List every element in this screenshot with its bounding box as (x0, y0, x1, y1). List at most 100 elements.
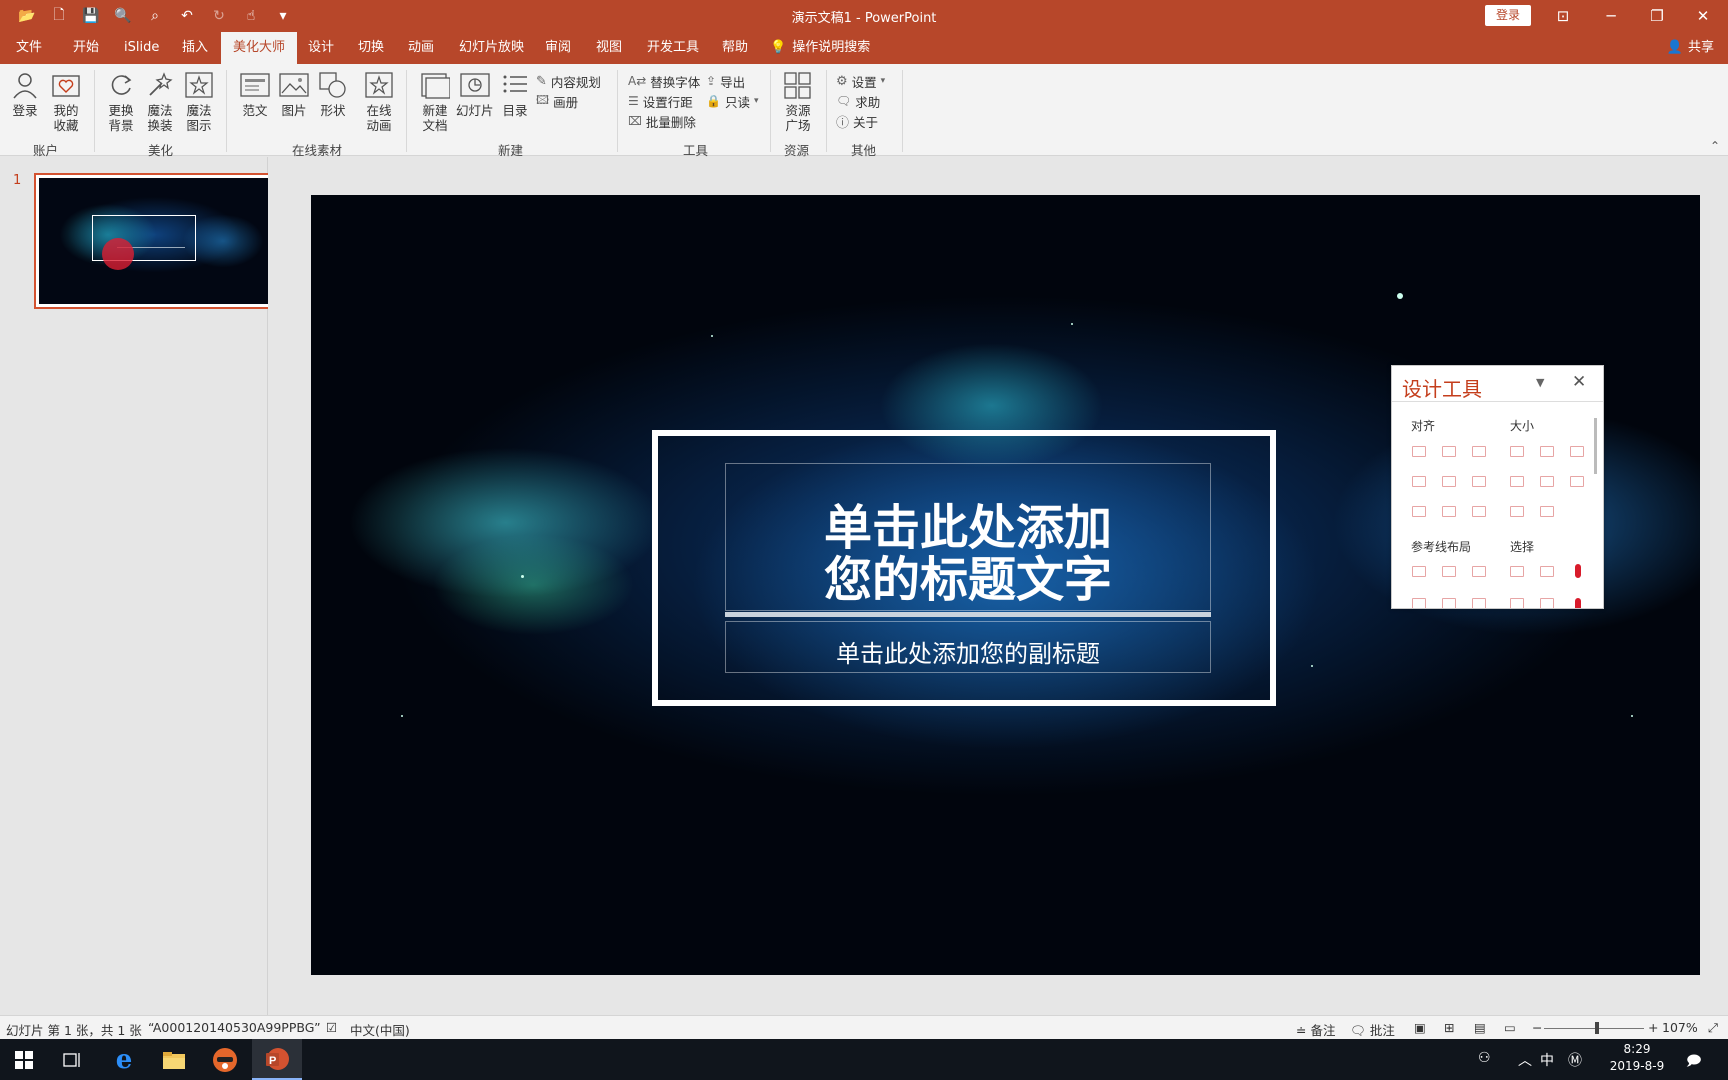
guide-row2-icon[interactable] (1412, 598, 1426, 608)
align-middle-icon[interactable] (1442, 476, 1456, 487)
help-request-button[interactable]: 🗨 求助 (836, 91, 880, 111)
ime-mode-icon[interactable]: Ⓜ (1568, 1050, 1582, 1070)
maximize-icon[interactable]: ❐ (1634, 0, 1680, 32)
guide-center-icon[interactable] (1442, 566, 1456, 577)
tab-file[interactable]: 文件 (4, 32, 54, 64)
minimize-icon[interactable]: ─ (1588, 0, 1634, 32)
zoom-out-icon[interactable]: − (1532, 1020, 1542, 1035)
tray-chevron-up-icon[interactable]: ︿ (1518, 1050, 1532, 1070)
tab-help[interactable]: 帮助 (710, 32, 760, 64)
new-slide-button[interactable]: 幻灯片 (456, 70, 494, 118)
toc-button[interactable]: 目录 (500, 70, 530, 118)
favorites-button[interactable]: 我的 收藏 (51, 70, 81, 133)
app-mascot-icon[interactable] (201, 1039, 249, 1080)
spellcheck-icon[interactable]: ☑ (326, 1020, 337, 1035)
task-view-icon[interactable] (48, 1039, 96, 1080)
file-explorer-icon[interactable] (150, 1039, 198, 1080)
tab-insert[interactable]: 插入 (170, 32, 220, 64)
subtitle-placeholder[interactable]: 单击此处添加您的副标题 (725, 621, 1211, 673)
login-button[interactable]: 登录 (1485, 5, 1531, 26)
tab-design[interactable]: 设计 (296, 32, 346, 64)
slideshow-view-icon[interactable]: ▭ (1504, 1020, 1516, 1035)
tab-review[interactable]: 审阅 (533, 32, 583, 64)
slide-sorter-icon[interactable]: ⊞ (1444, 1020, 1454, 1035)
fit-to-window-icon[interactable]: ⤢ (1708, 1020, 1718, 1036)
replace-font-button[interactable]: A⇄ 替换字体 (628, 71, 700, 91)
guide-right-icon[interactable] (1472, 566, 1486, 577)
powerpoint-taskbar-icon[interactable]: P (252, 1039, 302, 1080)
align-top-icon[interactable] (1442, 446, 1456, 457)
align-top-edge-icon[interactable] (1412, 476, 1426, 487)
template-button[interactable]: 范文 (240, 70, 270, 118)
reading-view-icon[interactable]: ▤ (1474, 1020, 1486, 1035)
ime-indicator[interactable]: 中 (1540, 1050, 1554, 1070)
collapse-ribbon-icon[interactable]: ⌃ (1710, 139, 1720, 153)
tab-developer[interactable]: 开发工具 (635, 32, 711, 64)
select-color-icon[interactable] (1575, 598, 1581, 608)
select-group-icon[interactable] (1540, 566, 1554, 577)
batch-delete-button[interactable]: ⌧ 批量删除 (628, 111, 696, 131)
size-extra-icon[interactable] (1570, 476, 1584, 487)
align-to-slide-icon[interactable] (1472, 506, 1486, 517)
select-row2-icon[interactable] (1540, 598, 1554, 608)
change-background-button[interactable]: 更换 背景 (106, 70, 136, 133)
settings-dropdown[interactable]: ⚙ 设置 ▾ (836, 71, 885, 91)
resource-plaza-button[interactable]: 资源 广场 (783, 70, 813, 133)
edge-browser-icon[interactable]: e (100, 1039, 148, 1080)
notification-center-icon[interactable]: 🗩 (1686, 1050, 1702, 1074)
scale-size-icon[interactable] (1540, 506, 1554, 517)
match-height-icon[interactable] (1540, 476, 1554, 487)
same-size-icon[interactable] (1570, 446, 1584, 457)
comments-button[interactable]: 🗨 批注 (1350, 1020, 1395, 1039)
tab-islide[interactable]: iSlide (112, 32, 171, 64)
system-clock[interactable]: 8:29 2019-8-9 (1592, 1041, 1682, 1075)
zoom-in-icon[interactable]: + (1648, 1020, 1658, 1035)
tab-view[interactable]: 视图 (584, 32, 634, 64)
login-ribbon-button[interactable]: 登录 (10, 70, 40, 118)
normal-view-icon[interactable]: ▣ (1414, 1020, 1426, 1035)
same-width-icon[interactable] (1510, 446, 1524, 457)
select-same-icon[interactable] (1510, 566, 1524, 577)
online-animation-button[interactable]: 在线 动画 (364, 70, 394, 133)
align-left-icon[interactable] (1412, 446, 1426, 457)
guide-row2-icon[interactable] (1442, 598, 1456, 608)
people-icon[interactable]: ⚇ (1478, 1050, 1491, 1066)
share-button[interactable]: 👤 共享 (1667, 32, 1714, 64)
tab-transitions[interactable]: 切换 (346, 32, 396, 64)
close-icon[interactable]: ✕ (1572, 372, 1586, 392)
title-placeholder[interactable]: 单击此处添加 您的标题文字 (725, 463, 1211, 611)
chevron-down-icon[interactable]: ▼ (1536, 376, 1544, 389)
distribute-horizontal-icon[interactable] (1412, 506, 1426, 517)
guide-row2-icon[interactable] (1472, 598, 1486, 608)
zoom-slider[interactable] (1544, 1028, 1644, 1029)
align-bottom-icon[interactable] (1472, 476, 1486, 487)
zoom-slider-thumb[interactable] (1595, 1022, 1599, 1034)
zoom-level[interactable]: 107% (1662, 1020, 1698, 1035)
shape-button[interactable]: 形状 (318, 70, 348, 118)
language-indicator[interactable]: 中文(中国) (350, 1020, 410, 1039)
notes-button[interactable]: ≐ 备注 (1296, 1020, 1335, 1039)
picture-button[interactable]: 图片 (279, 70, 309, 118)
select-row2-icon[interactable] (1510, 598, 1524, 608)
export-button[interactable]: ⇪ 导出 (706, 71, 745, 91)
new-document-button[interactable]: 新建 文档 (420, 70, 450, 133)
tab-home[interactable]: 开始 (61, 32, 111, 64)
album-button[interactable]: 🖾 画册 (536, 91, 578, 111)
select-color-icon[interactable] (1575, 564, 1581, 578)
line-spacing-button[interactable]: ☰ 设置行距 (628, 91, 693, 111)
tab-beautify-master[interactable]: 美化大师 (221, 32, 298, 64)
align-right-icon[interactable] (1472, 446, 1486, 457)
distribute-vertical-icon[interactable] (1442, 506, 1456, 517)
swap-size-icon[interactable] (1510, 506, 1524, 517)
match-width-icon[interactable] (1510, 476, 1524, 487)
guide-left-icon[interactable] (1412, 566, 1426, 577)
tab-animations[interactable]: 动画 (396, 32, 446, 64)
same-height-icon[interactable] (1540, 446, 1554, 457)
slide-thumbnail[interactable] (34, 173, 274, 309)
magic-replace-button[interactable]: 魔法 换装 (145, 70, 175, 133)
read-only-dropdown[interactable]: 🔒 只读 ▾ (706, 91, 759, 111)
ribbon-display-options-icon[interactable]: ⊡ (1540, 0, 1586, 32)
content-plan-button[interactable]: ✎ 内容规划 (536, 71, 601, 91)
about-button[interactable]: ⓘ 关于 (836, 111, 878, 131)
panel-scrollbar[interactable] (1594, 418, 1597, 474)
